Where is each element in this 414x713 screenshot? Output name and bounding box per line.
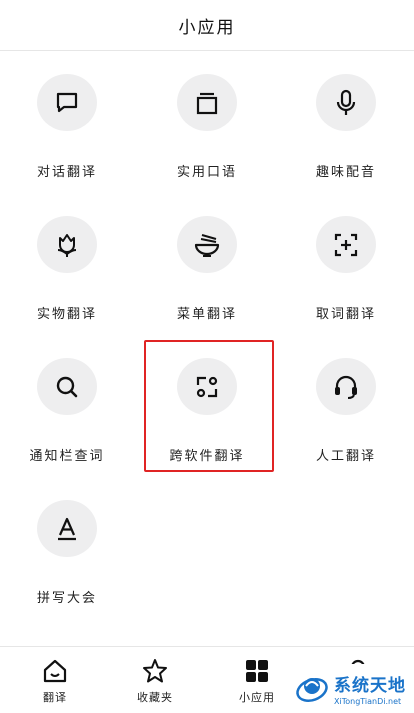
app-fun-dubbing[interactable]: 趣味配音 — [296, 70, 396, 180]
search-icon — [56, 376, 78, 397]
app-object-translate[interactable]: 实物翻译 — [17, 212, 117, 322]
watermark: 系统天地 XiTongTianDi.net — [292, 664, 414, 712]
app-practical-speaking[interactable]: 实用口语 — [157, 70, 257, 180]
flower-icon — [57, 233, 77, 257]
chat-bubble-icon — [56, 92, 78, 112]
app-label: 菜单翻译 — [176, 307, 237, 322]
app-human-translate[interactable]: 人工翻译 — [296, 354, 396, 464]
watermark-title: 系统天地 — [334, 675, 406, 696]
home-icon — [43, 659, 67, 683]
app-label: 实用口语 — [176, 165, 237, 180]
watermark-url: XiTongTianDi.net — [334, 696, 402, 706]
app-cross-app-translate[interactable]: 跨软件翻译 — [157, 354, 257, 464]
tab-mini-apps[interactable]: 小应用 — [217, 647, 297, 713]
tab-favorites[interactable]: 收藏夹 — [115, 647, 195, 713]
tab-translate[interactable]: 翻译 — [15, 647, 95, 713]
app-label: 通知栏查词 — [29, 449, 105, 464]
app-menu-translate[interactable]: 菜单翻译 — [157, 212, 257, 322]
app-label: 实物翻译 — [36, 307, 97, 322]
tab-label: 小应用 — [239, 691, 275, 704]
top-bar: 小应用 — [0, 0, 414, 51]
square-stack-icon — [196, 92, 218, 114]
tab-label: 翻译 — [43, 691, 67, 704]
headset-icon — [335, 375, 357, 399]
scan-plus-icon — [334, 233, 358, 256]
microphone-icon — [336, 89, 356, 115]
app-spelling-bee[interactable]: 拼写大会 — [17, 496, 117, 606]
letter-a-icon — [58, 517, 76, 540]
grid-icon — [246, 660, 268, 682]
page-title: 小应用 — [178, 17, 236, 38]
tab-label: 收藏夹 — [137, 691, 173, 704]
app-notification-lookup[interactable]: 通知栏查词 — [17, 354, 117, 464]
app-word-pick-translate[interactable]: 取词翻译 — [296, 212, 396, 322]
app-dialog-translate[interactable]: 对话翻译 — [17, 70, 117, 180]
app-label: 人工翻译 — [315, 449, 376, 464]
watermark-logo-icon — [296, 678, 328, 702]
app-label: 对话翻译 — [36, 165, 97, 180]
app-label: 取词翻译 — [315, 307, 376, 322]
app-label: 趣味配音 — [315, 165, 376, 180]
app-label: 拼写大会 — [36, 591, 97, 606]
app-label: 跨软件翻译 — [169, 449, 245, 464]
cross-app-icon — [196, 376, 218, 397]
star-icon — [143, 659, 167, 683]
noodle-bowl-icon — [194, 233, 220, 257]
